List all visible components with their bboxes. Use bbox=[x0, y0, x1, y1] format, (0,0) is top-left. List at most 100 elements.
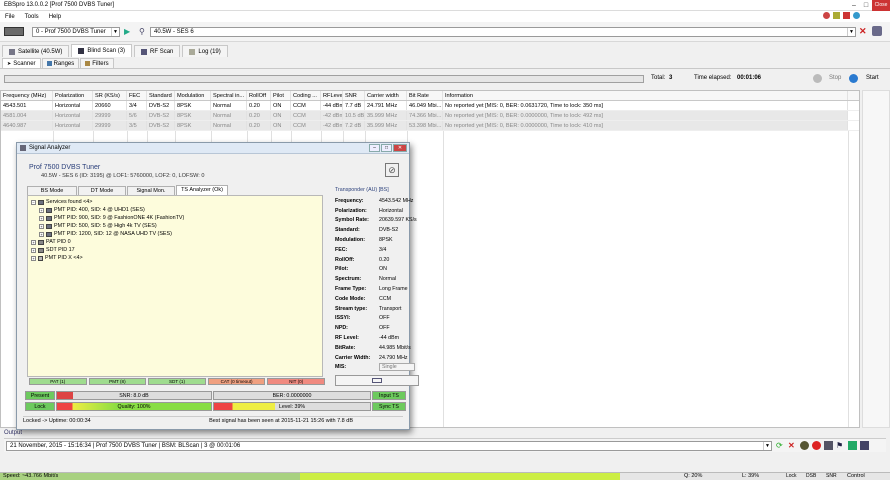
table-row[interactable]: 4581.004 Horizontal 29999 5/6 DVB-S2 8PSK Norm… bbox=[1, 111, 859, 121]
column-header[interactable]: Polarization bbox=[53, 91, 93, 100]
close-button[interactable]: Close bbox=[872, 0, 890, 11]
menu-tools[interactable]: Tools bbox=[25, 14, 39, 20]
column-header[interactable]: Bit Rate bbox=[407, 91, 443, 100]
tuner-play-icon[interactable]: ▶ bbox=[124, 27, 132, 36]
column-header[interactable]: RollOff bbox=[247, 91, 271, 100]
maximize-button[interactable]: □ bbox=[381, 144, 392, 152]
clear-icon[interactable]: ✕ bbox=[859, 26, 867, 37]
panel-icon bbox=[372, 378, 382, 383]
sub-tab-bar: ➤ Scanner Ranges Filters bbox=[0, 58, 890, 69]
toolbar-icon-2[interactable] bbox=[833, 12, 840, 19]
column-header[interactable]: Coding ... bbox=[291, 91, 321, 100]
status-q: Q: 20% bbox=[684, 473, 703, 479]
transponder-value: DVB-S2 bbox=[379, 227, 399, 234]
output-log-select[interactable]: 21 November, 2015 - 15:16:34 | Prof 7500… bbox=[6, 441, 772, 451]
flag-icon[interactable]: ⚑ bbox=[836, 441, 845, 450]
table-cell: 8PSK bbox=[175, 121, 211, 130]
tab-blind-scan[interactable]: Blind Scan (3) bbox=[71, 44, 133, 57]
scan-progress-row: Total: 3 Time elapsed: 00:01:06 Stop Sta… bbox=[0, 70, 890, 88]
column-header[interactable]: Standard bbox=[147, 91, 175, 100]
tuner-select[interactable]: 0 - Prof 7500 DVBS Tuner ▼ bbox=[32, 27, 120, 37]
tab-rf-scan[interactable]: RF Scan bbox=[134, 45, 181, 57]
column-header[interactable]: Information bbox=[443, 91, 848, 100]
analyzer-action-button[interactable] bbox=[335, 375, 419, 386]
column-header[interactable]: Modulation bbox=[175, 91, 211, 100]
tree-item[interactable]: + PMT PID X <4> bbox=[31, 254, 319, 262]
chart-icon[interactable] bbox=[848, 441, 857, 450]
status-control[interactable]: Control bbox=[847, 473, 865, 479]
menu-file[interactable]: File bbox=[5, 14, 15, 20]
table-row[interactable]: 4543.501 Horizontal 20660 3/4 DVB-S2 8PSK Norm… bbox=[1, 101, 859, 111]
tree-item[interactable]: + PAT PID 0 bbox=[31, 238, 319, 246]
close-button[interactable]: ✕ bbox=[393, 144, 407, 152]
mis-select[interactable]: Single bbox=[379, 363, 415, 372]
column-header[interactable]: RFLevel bbox=[321, 91, 343, 100]
settings-icon[interactable] bbox=[872, 26, 882, 36]
transponder-value: 24.790 MHz bbox=[379, 354, 408, 361]
menu-help[interactable]: Help bbox=[49, 14, 61, 20]
tab-ranges[interactable]: Ranges bbox=[41, 58, 80, 68]
exit-icon[interactable] bbox=[860, 441, 869, 450]
stop-icon[interactable] bbox=[813, 74, 822, 83]
refresh-icon[interactable]: ⟳ bbox=[776, 441, 785, 450]
tree-item[interactable]: + PMT PID: 1200, SID: 12 @ NASA UHD TV (S… bbox=[31, 230, 319, 238]
tree-item[interactable]: − Services found <4> bbox=[31, 198, 319, 206]
expand-icon[interactable]: + bbox=[39, 223, 44, 229]
tab-signal-mon[interactable]: Signal Mon. bbox=[127, 186, 175, 195]
maximize-button[interactable]: □ bbox=[860, 0, 872, 11]
expand-icon[interactable]: + bbox=[31, 255, 36, 261]
expand-icon[interactable]: + bbox=[31, 239, 36, 245]
column-header[interactable]: Spectral in... bbox=[211, 91, 247, 100]
toolbar-icon-1[interactable] bbox=[823, 12, 830, 19]
transponder-panel: Transponder (AU) [BS] Frequency: 4543.542… bbox=[335, 187, 419, 372]
column-header[interactable]: Carrier width bbox=[365, 91, 407, 100]
expand-icon[interactable]: − bbox=[31, 199, 36, 205]
globe-icon[interactable] bbox=[800, 441, 809, 450]
tree-item[interactable]: + PMT PID: 500, SID: 5 @ High 4k TV (SES) bbox=[31, 222, 319, 230]
tab-dt-mode[interactable]: DT Mode bbox=[78, 186, 126, 195]
pid-status-bar: PAT (1) PMT (8) SDT (1) CAT (0 timeout) NIT … bbox=[29, 378, 325, 385]
table-cell: DVB-S2 bbox=[147, 111, 175, 120]
expand-icon[interactable]: + bbox=[39, 207, 44, 213]
toolbar-icon-4[interactable] bbox=[853, 12, 860, 19]
grid-icon[interactable] bbox=[824, 441, 833, 450]
expand-icon[interactable]: + bbox=[39, 231, 44, 237]
tree-item[interactable]: + PMT PID: 900, SID: 9 @ FashionONE 4K (F… bbox=[31, 214, 319, 222]
table-cell: CCM bbox=[291, 101, 321, 110]
transponder-value: 4543.542 MHz bbox=[379, 197, 414, 204]
tab-bs-mode[interactable]: BS Mode bbox=[27, 186, 77, 195]
transponder-key: Frequency: bbox=[335, 197, 364, 204]
column-header[interactable]: SR (KS/s) bbox=[93, 91, 127, 100]
output-label: Output bbox=[4, 430, 23, 436]
expand-icon[interactable]: + bbox=[31, 247, 36, 253]
tab-scanner[interactable]: ➤ Scanner bbox=[2, 58, 41, 68]
lock-indicator: Lock bbox=[25, 402, 55, 411]
minimize-button[interactable]: – bbox=[848, 0, 860, 11]
column-header[interactable]: Pilot bbox=[271, 91, 291, 100]
record-icon[interactable] bbox=[812, 441, 821, 450]
expand-icon[interactable]: + bbox=[39, 215, 44, 221]
tree-item[interactable]: + PMT PID: 400, SID: 4 @ UHD1 (SES) bbox=[31, 206, 319, 214]
minimize-button[interactable]: – bbox=[369, 144, 380, 152]
satellite-select[interactable]: 40.5W - SES 6 ▼ bbox=[150, 27, 856, 37]
tab-filters[interactable]: Filters bbox=[80, 58, 114, 68]
analyzer-tuner-name: Prof 7500 DVBS Tuner bbox=[29, 164, 101, 171]
status-bar: Speed: ~43.766 Mbit/s Q: 20% L: 39% Lock… bbox=[0, 472, 890, 480]
tab-ts-analyzer[interactable]: TS Analyzer (Ok) bbox=[176, 185, 228, 195]
tree-item[interactable]: + SDT PID 17 bbox=[31, 246, 319, 254]
stop-button[interactable]: Stop bbox=[829, 75, 841, 81]
toolbar-icon-3[interactable] bbox=[843, 12, 850, 19]
table-cell: 35.999 MHz bbox=[365, 111, 407, 120]
column-header[interactable]: SNR bbox=[343, 91, 365, 100]
tab-log[interactable]: Log (19) bbox=[182, 45, 228, 57]
transponder-key: Symbol Rate: bbox=[335, 217, 369, 224]
table-cell: CCM bbox=[291, 111, 321, 120]
delete-icon[interactable]: ✕ bbox=[788, 441, 797, 450]
tab-label: Satellite (40.5W) bbox=[18, 48, 63, 55]
column-header[interactable]: FEC bbox=[127, 91, 147, 100]
column-header[interactable]: Frequency (MHz) bbox=[1, 91, 53, 100]
start-button[interactable]: Start bbox=[866, 75, 879, 81]
start-icon[interactable] bbox=[849, 74, 858, 83]
tab-satellite[interactable]: Satellite (40.5W) bbox=[2, 45, 70, 57]
table-row[interactable]: 4640.987 Horizontal 29999 3/5 DVB-S2 8PSK Norm… bbox=[1, 121, 859, 131]
